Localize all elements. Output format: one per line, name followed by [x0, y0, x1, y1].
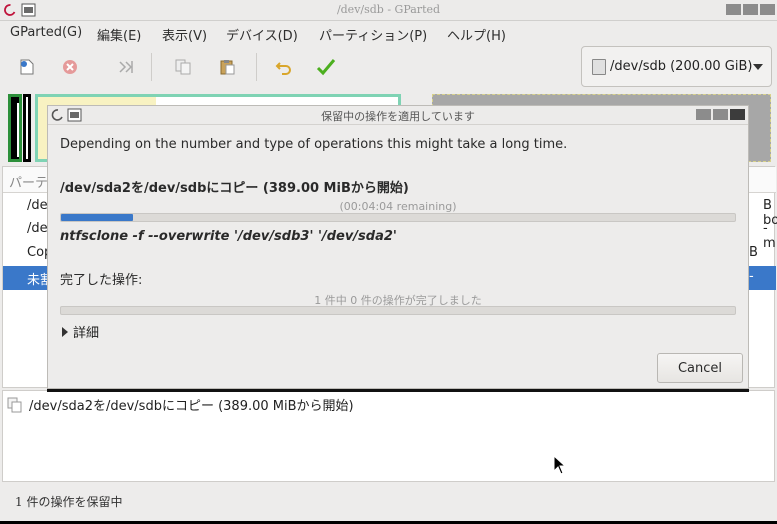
- copy-button[interactable]: [171, 55, 195, 79]
- maximize-button[interactable]: [713, 109, 728, 120]
- progress-fill: [61, 214, 134, 221]
- minimize-button[interactable]: [696, 109, 711, 120]
- apply-icon: [316, 59, 336, 76]
- dialog-title-bar: 保留中の操作を適用しています: [48, 106, 748, 125]
- menu-help[interactable]: ヘルプ(H): [447, 25, 506, 44]
- undo-icon: [275, 62, 291, 75]
- partition-block-1[interactable]: [8, 94, 22, 162]
- title-bar: /dev/sdb - GParted: [0, 0, 777, 21]
- mouse-cursor-icon: [553, 455, 567, 475]
- apply-operations-dialog: 保留中の操作を適用しています Depending on the number a…: [47, 105, 749, 389]
- expander-arrow-icon: [62, 326, 68, 337]
- status-bar: 1 件の操作を保留中: [0, 482, 777, 521]
- paste-icon: [220, 60, 235, 75]
- dialog-window-controls: [696, 109, 745, 120]
- device-selector-label: /dev/sdb (200.00 GiB): [610, 59, 753, 74]
- operation-label: /dev/sda2を/dev/sdbにコピー (389.00 MiBから開始): [29, 399, 354, 414]
- copy-icon: [175, 59, 191, 75]
- copy-icon: [7, 397, 22, 412]
- apply-button[interactable]: [314, 55, 338, 79]
- menu-partition[interactable]: パーティション(P): [319, 25, 427, 44]
- dialog-title: 保留中の操作を適用しています: [321, 110, 475, 123]
- menu-bar: GParted(G) 編集(E) 表示(V) デバイス(D) パーティション(P…: [0, 21, 777, 45]
- dialog-intro-text: Depending on the number and type of oper…: [60, 137, 568, 152]
- window-title: /dev/sdb - GParted: [336, 3, 441, 16]
- menu-device[interactable]: デバイス(D): [226, 25, 298, 44]
- cancel-button[interactable]: Cancel: [657, 353, 743, 383]
- new-partition-button[interactable]: [15, 55, 39, 79]
- resize-move-button[interactable]: [114, 55, 138, 79]
- chevron-down-icon: [753, 64, 763, 70]
- delete-icon: [63, 60, 77, 74]
- completed-operations-label: 完了した操作:: [60, 273, 143, 288]
- list-item[interactable]: /dev/sda2を/dev/sdbにコピー (389.00 MiBから開始): [7, 395, 354, 414]
- close-button[interactable]: [760, 4, 775, 15]
- time-remaining: (00:04:04 remaining): [339, 200, 457, 213]
- window-controls: [726, 4, 775, 15]
- menu-view[interactable]: 表示(V): [162, 25, 207, 44]
- current-operation-label: /dev/sda2を/dev/sdbにコピー (389.00 MiBから開始): [60, 181, 409, 196]
- column-header-partition[interactable]: パーテ: [9, 172, 48, 191]
- current-operation-progress: [60, 213, 736, 222]
- status-text: 1 件の操作を保留中: [15, 495, 123, 509]
- close-button[interactable]: [730, 109, 745, 120]
- menu-gparted[interactable]: GParted(G): [10, 25, 82, 40]
- maximize-button[interactable]: [743, 4, 758, 15]
- disk-icon: [592, 59, 606, 75]
- resize-move-icon: [119, 61, 133, 73]
- minimize-button[interactable]: [726, 4, 741, 15]
- completed-operations-progress: [60, 306, 736, 315]
- toolbar-separator: [151, 53, 152, 81]
- undo-button[interactable]: [272, 55, 296, 79]
- new-icon: [20, 59, 34, 75]
- delete-partition-button[interactable]: [58, 55, 82, 79]
- details-expander[interactable]: 詳細: [62, 322, 99, 341]
- current-command: ntfsclone -f --overwrite '/dev/sdb3' '/d…: [60, 229, 397, 244]
- toolbar-separator: [256, 53, 257, 81]
- paste-button[interactable]: [215, 55, 239, 79]
- details-label: 詳細: [73, 326, 100, 341]
- menu-edit[interactable]: 編集(E): [97, 25, 141, 44]
- device-selector[interactable]: /dev/sdb (200.00 GiB): [581, 46, 772, 87]
- partition-block-2[interactable]: [23, 94, 31, 162]
- pending-operations-list: /dev/sda2を/dev/sdbにコピー (389.00 MiBから開始): [2, 390, 775, 482]
